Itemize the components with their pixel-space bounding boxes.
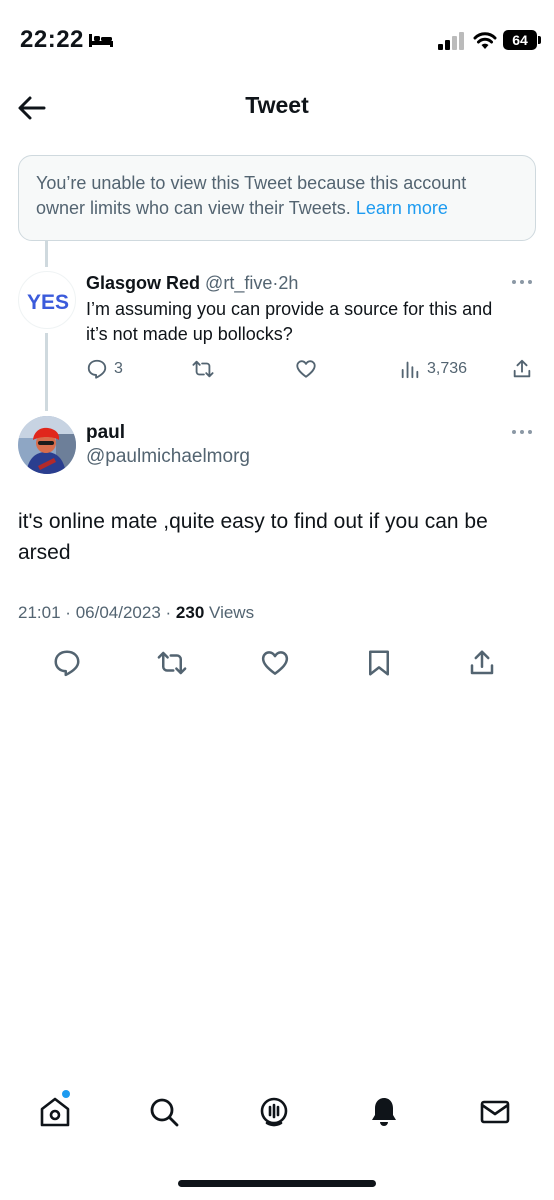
tweet-actions [0, 648, 554, 680]
parent-tweet-actions: 3 3,736 [86, 355, 536, 383]
parent-tweet-text: I’m assuming you can provide a source fo… [86, 299, 493, 344]
retweet-button[interactable] [192, 355, 214, 383]
avatar[interactable]: YES [18, 271, 76, 329]
battery-level: 64 [512, 32, 528, 48]
notification-dot [62, 1090, 70, 1098]
bottom-tab-bar [0, 1090, 554, 1140]
top-app-bar: Tweet [0, 80, 554, 136]
share-button[interactable] [511, 355, 533, 383]
tweet-date: 06/04/2023 [75, 603, 161, 622]
reply-icon [87, 359, 107, 379]
separator-dot: · [65, 603, 71, 622]
analytics-icon [401, 361, 419, 379]
heart-icon [296, 360, 316, 378]
like-button[interactable] [295, 355, 317, 383]
retweet-icon [192, 360, 214, 378]
views-button[interactable]: 3,736 [399, 355, 467, 383]
separator-dot: · [165, 603, 172, 622]
sleep-focus-icon [89, 34, 113, 47]
search-icon [150, 1098, 179, 1127]
tab-search[interactable] [147, 1095, 183, 1131]
page-title: Tweet [245, 92, 309, 118]
more-options-icon[interactable] [510, 277, 534, 287]
reply-count: 3 [114, 360, 123, 377]
tab-home[interactable] [38, 1095, 74, 1131]
display-name[interactable]: paul [86, 422, 125, 444]
home-icon [40, 1097, 70, 1127]
status-time: 22:22 [20, 26, 84, 53]
tweet-time: 21:01 [18, 603, 61, 622]
thread-connector [45, 241, 48, 267]
tweet-text: it's online mate ,quite easy to find out… [18, 510, 488, 564]
view-count: 3,736 [427, 360, 468, 377]
tab-notifications[interactable] [367, 1095, 403, 1131]
home-indicator[interactable] [178, 1180, 376, 1187]
tweet-metadata: 21:01 · 06/04/2023 · 230 Views [18, 603, 254, 623]
reply-icon [54, 650, 80, 677]
bell-icon [372, 1098, 396, 1126]
spaces-icon [260, 1097, 288, 1127]
username[interactable]: @paulmichaelmorg [86, 446, 250, 468]
restricted-tweet-notice: You’re unable to view this Tweet because… [18, 155, 536, 241]
views-count[interactable]: 230 [176, 603, 204, 622]
share-icon [470, 650, 494, 675]
views-label: Views [209, 603, 255, 622]
reply-button[interactable]: 3 [86, 355, 123, 383]
bookmark-icon [369, 650, 389, 676]
avatar-yes-text: YES [27, 291, 69, 314]
yes-logo: YES [27, 291, 69, 314]
display-name[interactable]: Glasgow Red [86, 273, 200, 293]
more-options-icon[interactable] [510, 427, 534, 437]
tweet-time: 2h [278, 273, 299, 293]
profile-photo [18, 416, 76, 474]
cellular-signal-icon [438, 32, 464, 50]
thread-connector [45, 333, 48, 411]
battery-icon: 64 [503, 30, 541, 50]
status-bar: 22:22 64 [0, 0, 554, 80]
parent-tweet-header: Glasgow Red @rt_five·2h [86, 272, 298, 294]
username[interactable]: @rt_five [205, 273, 272, 293]
mail-icon [480, 1100, 510, 1124]
tab-messages[interactable] [478, 1095, 514, 1131]
bookmark-button[interactable] [364, 648, 396, 680]
heart-icon [261, 651, 289, 675]
share-icon [513, 359, 531, 378]
like-button[interactable] [260, 648, 292, 680]
avatar[interactable] [18, 416, 76, 474]
tab-spaces[interactable] [257, 1095, 293, 1131]
share-button[interactable] [467, 648, 499, 680]
learn-more-link[interactable]: Learn more [356, 198, 448, 218]
retweet-icon [157, 651, 187, 675]
retweet-button[interactable] [157, 648, 189, 680]
reply-button[interactable] [52, 648, 84, 680]
wifi-icon [473, 32, 497, 49]
